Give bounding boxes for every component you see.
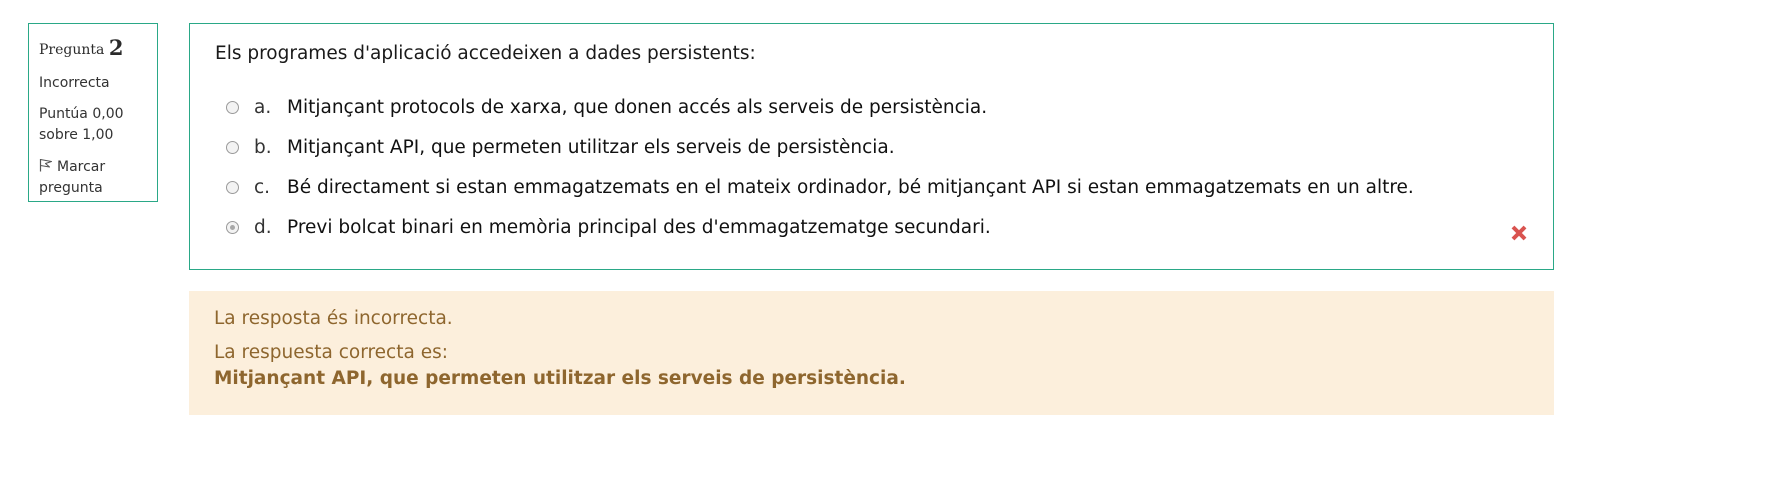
correct-answer-label: La respuesta correcta es: [214,342,448,363]
answer-letter: a. [254,96,272,118]
radio-button-d[interactable] [226,220,239,234]
radio-button-c[interactable] [226,180,239,194]
question-state: Incorrecta [39,75,110,91]
radio-button-b[interactable] [226,140,239,154]
radio-button-a[interactable] [226,100,239,114]
question-grade: Puntúa 0,00 sobre 1,00 [39,104,147,146]
grade-line-1: Puntúa 0,00 [39,106,124,122]
grade-line-2: sobre 1,00 [39,127,114,143]
incorrect-x-icon [1510,224,1528,242]
correct-answer-text: Mitjançant API, que permeten utilitzar e… [214,368,906,389]
answer-text: Previ bolcat binari en memòria principal… [287,216,991,238]
flag-question-link[interactable]: Marcar pregunta [39,157,147,199]
question-text: Els programes d'aplicació accedeixen a d… [215,43,756,64]
flag-label-line-1: Marcar [57,159,106,175]
question-info-panel: Pregunta 2 Incorrecta Puntúa 0,00 sobre … [28,23,158,202]
answer-option-d[interactable]: d. Previ bolcat binari en memòria princi… [226,213,991,241]
answer-letter: c. [254,176,271,198]
flag-label-line-2: pregunta [39,180,103,196]
answer-text: Mitjançant protocols de xarxa, que donen… [287,96,988,118]
answer-option-c[interactable]: c. Bé directament si estan emmagatzemats… [226,173,1414,201]
answer-letter: d. [254,216,272,238]
flag-icon [39,158,53,172]
feedback-result-text: La resposta és incorrecta. [214,308,453,329]
question-label: Pregunta [39,42,105,58]
answer-text: Mitjançant API, que permeten utilitzar e… [287,136,895,158]
answer-text: Bé directament si estan emmagatzemats en… [287,176,1414,198]
answer-option-b[interactable]: b. Mitjançant API, que permeten utilitza… [226,133,895,161]
answer-option-a[interactable]: a. Mitjançant protocols de xarxa, que do… [226,93,987,121]
question-number: 2 [108,35,124,60]
question-heading: Pregunta 2 [39,35,147,63]
answer-letter: b. [254,136,272,158]
question-content: Els programes d'aplicació accedeixen a d… [189,23,1554,270]
feedback-panel: La resposta és incorrecta. La respuesta … [189,291,1554,415]
